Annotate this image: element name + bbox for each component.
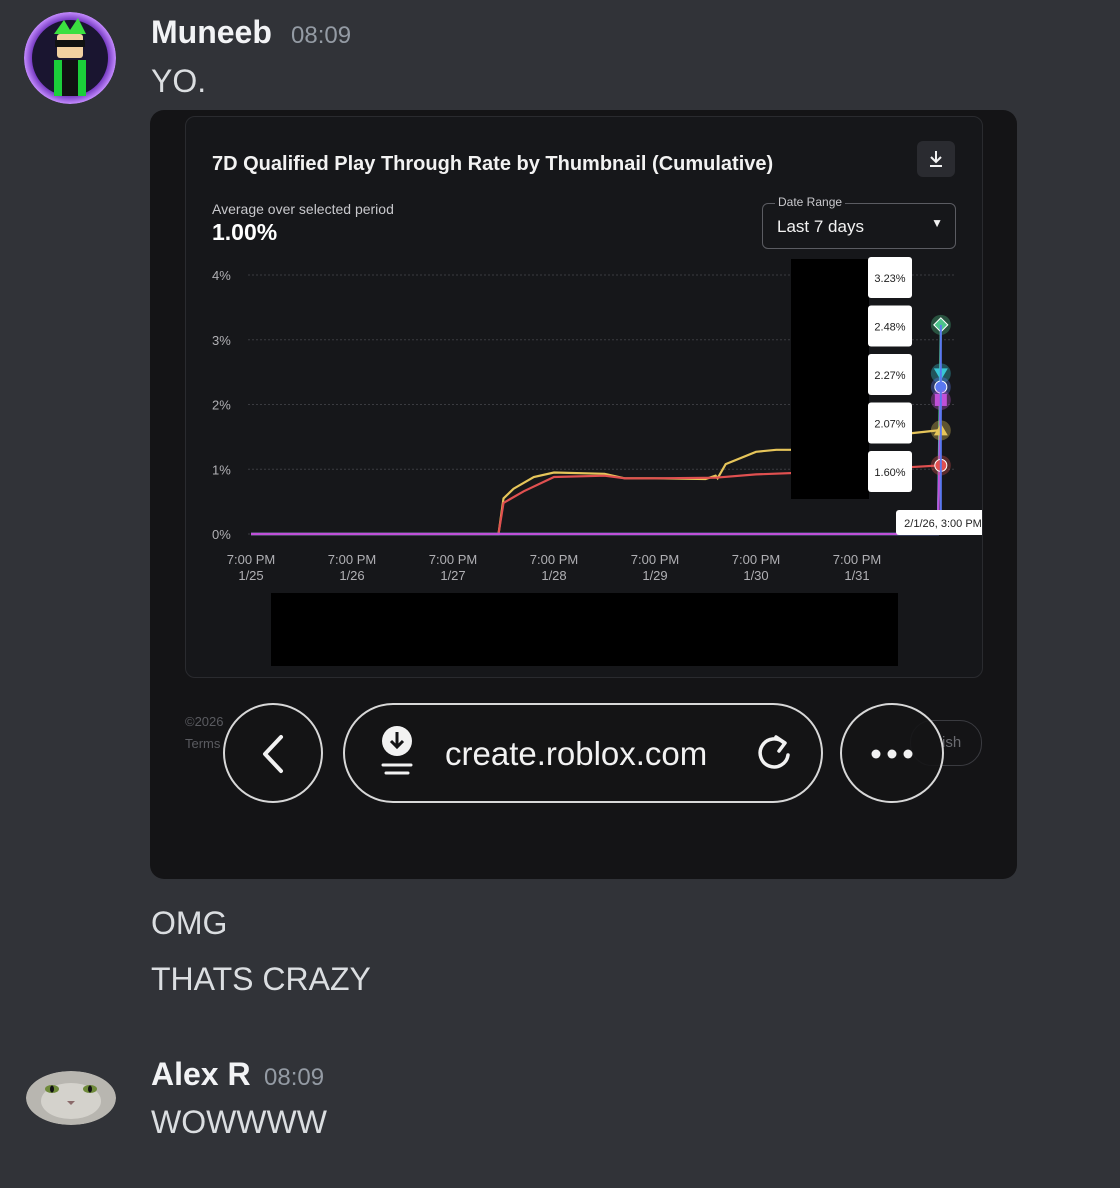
x-tick-label: 7:00 PM [631,552,679,567]
y-tick-label: 1% [212,462,231,477]
author-name[interactable]: Muneeb [151,14,272,51]
avatar-muneeb[interactable] [24,12,116,104]
message-timestamp: 08:09 [291,22,352,49]
download-status-icon [381,726,413,775]
message-text: WOWWWW [151,1104,327,1140]
message-timestamp: 08:09 [264,1064,325,1091]
redacted-tooltip-names [791,259,869,499]
reload-icon[interactable] [751,707,801,803]
address-bar[interactable]: create.roblox.com [343,703,823,803]
more-options-button[interactable] [840,703,944,803]
image-attachment[interactable]: 7D Qualified Play Through Rate by Thumbn… [150,110,1017,879]
y-tick-label: 3% [212,333,231,348]
url-text: create.roblox.com [445,735,708,772]
x-tick-label: 1/29 [642,568,667,583]
hover-date: 2/1/26, 3:00 PM [904,518,982,530]
chart-card: 7D Qualified Play Through Rate by Thumbn… [185,116,983,678]
message-text: OMG [151,905,228,941]
browser-toolbar: ish create.roblox.com [150,700,1017,810]
tooltip-value: 2.48% [874,322,905,334]
x-tick-label: 7:00 PM [328,552,376,567]
avatar-alex-r[interactable] [26,1071,116,1125]
y-tick-label: 0% [212,527,231,542]
y-tick-label: 4% [212,268,231,283]
message-text: YO. [151,63,207,99]
redacted-legend [271,593,898,666]
tooltip-value: 1.60% [874,467,905,479]
x-tick-label: 1/25 [238,568,263,583]
message-text: THATS CRAZY [151,961,371,997]
back-button[interactable] [223,703,323,803]
x-tick-label: 1/28 [541,568,566,583]
author-name[interactable]: Alex R [151,1056,251,1093]
x-tick-label: 7:00 PM [833,552,881,567]
x-tick-label: 1/31 [844,568,869,583]
x-tick-label: 1/30 [743,568,768,583]
tooltip-value: 2.07% [874,419,905,431]
x-tick-label: 7:00 PM [732,552,780,567]
publish-label: ish [942,734,962,751]
x-tick-label: 7:00 PM [429,552,477,567]
x-tick-label: 7:00 PM [530,552,578,567]
tooltip-value: 2.27% [874,370,905,382]
x-tick-label: 7:00 PM [227,552,275,567]
chevron-left-icon [263,735,283,773]
avatar-alex-r-image [26,1071,116,1125]
x-tick-label: 1/26 [339,568,364,583]
more-horizontal-icon [871,749,913,759]
tooltip-value: 3.23% [874,273,905,285]
avatar-muneeb-image [24,12,116,104]
y-tick-label: 2% [212,398,231,413]
x-tick-label: 1/27 [440,568,465,583]
